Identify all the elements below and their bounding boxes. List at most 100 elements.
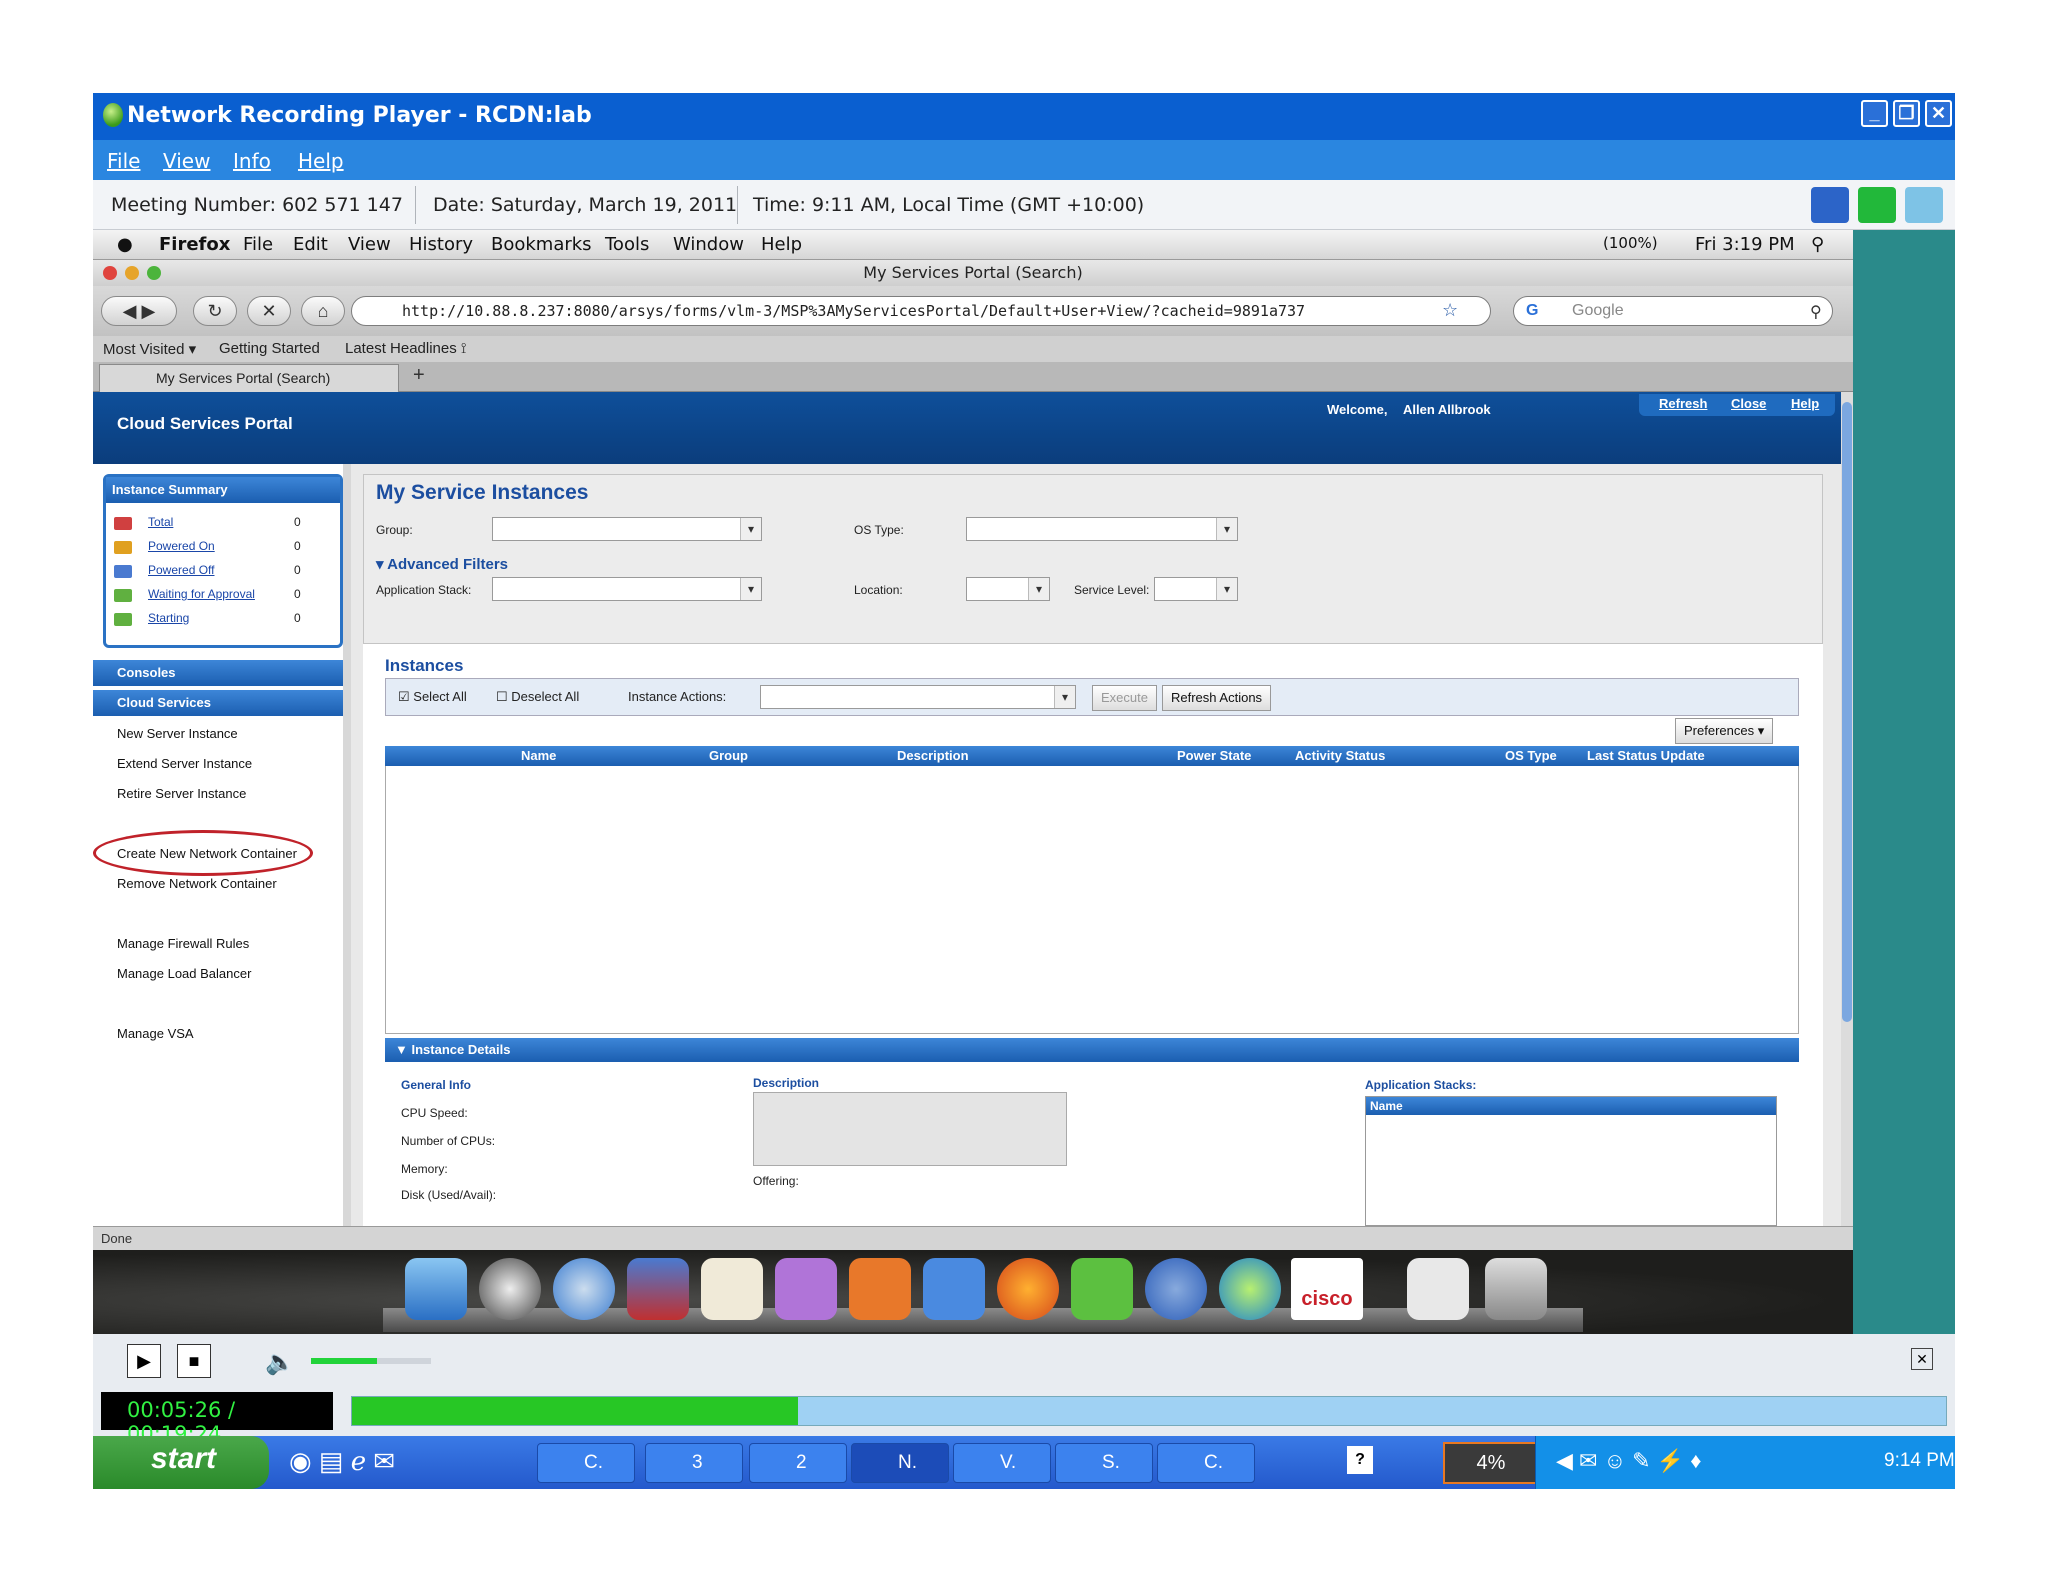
participants-icon[interactable] <box>1858 187 1896 223</box>
menu-file[interactable]: File <box>107 149 140 173</box>
execute-button[interactable]: Execute <box>1092 685 1157 711</box>
summary-label[interactable]: Waiting for Approval <box>148 587 255 601</box>
close-link[interactable]: Close <box>1731 396 1766 411</box>
location-select[interactable] <box>966 577 1050 601</box>
col-power-state[interactable]: Power State <box>1177 748 1251 763</box>
help-icon[interactable]: ? <box>1347 1446 1373 1474</box>
word-icon[interactable] <box>923 1258 985 1320</box>
instances-table-body[interactable] <box>385 766 1799 1034</box>
url-bar[interactable]: http://10.88.8.237:8080/arsys/forms/vlm-… <box>351 296 1491 326</box>
nav-retire-server-instance[interactable]: Retire Server Instance <box>117 786 246 801</box>
mac-menu-edit[interactable]: Edit <box>293 234 328 255</box>
instance-details-header[interactable]: ▼ Instance Details <box>385 1038 1799 1062</box>
nav-manage-firewall-rules[interactable]: Manage Firewall Rules <box>117 936 249 951</box>
spotlight-icon[interactable]: ⚲ <box>1811 234 1824 255</box>
google-icon[interactable]: G <box>1526 302 1538 320</box>
mac-menu-bookmarks[interactable]: Bookmarks <box>491 234 592 255</box>
stop-button[interactable]: ■ <box>177 1344 211 1378</box>
instance-actions-select[interactable] <box>760 685 1076 709</box>
textedit-icon[interactable] <box>701 1258 763 1320</box>
summary-row-powered-off[interactable]: Powered Off 0 <box>114 561 334 583</box>
nav-extend-server-instance[interactable]: Extend Server Instance <box>117 756 252 771</box>
mac-menu-window[interactable]: Window <box>673 234 744 255</box>
search-input[interactable]: G Google ⚲ <box>1513 296 1833 326</box>
nav-manage-vsa[interactable]: Manage VSA <box>117 1026 194 1041</box>
dashboard-icon[interactable] <box>479 1258 541 1320</box>
menu-help[interactable]: Help <box>298 149 344 173</box>
webex-icon[interactable] <box>1219 1258 1281 1320</box>
deselect-all-button[interactable]: ☐ Deselect All <box>496 689 579 705</box>
advanced-filters-toggle[interactable]: ▾ Advanced Filters <box>376 555 508 573</box>
mac-menu-help[interactable]: Help <box>761 234 802 255</box>
mac-menu-tools[interactable]: Tools <box>605 234 649 255</box>
reload-icon[interactable]: ↻ <box>193 296 237 326</box>
video-icon[interactable] <box>1811 187 1849 223</box>
back-forward-icon[interactable]: ◀ ▶ <box>101 296 177 326</box>
nav-create-network-container[interactable]: Create New Network Container <box>117 846 297 861</box>
quick-launch-icons[interactable]: ◉ ▤ ℯ ✉ <box>289 1446 395 1477</box>
close-player-icon[interactable]: ✕ <box>1911 1348 1933 1370</box>
nav-remove-network-container[interactable]: Remove Network Container <box>117 876 277 891</box>
apple-icon[interactable]: ● <box>117 234 133 255</box>
col-os-type[interactable]: OS Type <box>1505 748 1557 763</box>
summary-row-total[interactable]: Total 0 <box>114 513 334 535</box>
task-item-1[interactable]: C. <box>537 1443 635 1483</box>
task-item-6[interactable]: S. <box>1055 1443 1153 1483</box>
summary-row-waiting[interactable]: Waiting for Approval 0 <box>114 585 334 607</box>
col-group[interactable]: Group <box>709 748 748 763</box>
bookmark-most-visited[interactable]: Most Visited ▾ <box>103 340 196 358</box>
portal-scrollbar[interactable] <box>1841 392 1853 1226</box>
refresh-link[interactable]: Refresh <box>1659 396 1707 411</box>
minimize-button[interactable]: _ <box>1861 100 1888 127</box>
select-all-button[interactable]: ☑ Select All <box>398 689 467 705</box>
application-stack-select[interactable] <box>492 577 762 601</box>
os-type-select[interactable] <box>966 517 1238 541</box>
summary-label[interactable]: Starting <box>148 611 189 625</box>
task-item-5[interactable]: V. <box>953 1443 1051 1483</box>
col-name[interactable]: Name <box>521 748 556 763</box>
tray-icons[interactable]: ◀ ✉ ☺ ✎ ⚡ ♦ <box>1556 1448 1701 1474</box>
preview-window-icon[interactable] <box>1407 1258 1469 1320</box>
volume-icon[interactable]: 🔈 <box>265 1348 295 1377</box>
bookmark-getting-started[interactable]: Getting Started <box>219 340 320 357</box>
summary-row-starting[interactable]: Starting 0 <box>114 609 334 631</box>
menu-info[interactable]: Info <box>233 149 271 173</box>
bookmark-latest-headlines[interactable]: Latest Headlines ⟟ <box>345 340 467 357</box>
tab-my-services-portal[interactable]: My Services Portal (Search) <box>99 364 399 392</box>
summary-label[interactable]: Total <box>148 515 173 529</box>
col-description[interactable]: Description <box>897 748 969 763</box>
mac-menu-history[interactable]: History <box>409 234 473 255</box>
notes-icon[interactable] <box>1905 187 1943 223</box>
search-icon[interactable]: ⚲ <box>1810 302 1822 322</box>
itunes-icon[interactable] <box>1145 1258 1207 1320</box>
task-item-2[interactable]: 3 <box>645 1443 743 1483</box>
firefox-icon[interactable] <box>997 1258 1059 1320</box>
col-activity-status[interactable]: Activity Status <box>1295 748 1385 763</box>
section-cloud-services[interactable]: Cloud Services <box>93 690 343 716</box>
play-button[interactable]: ▶ <box>127 1344 161 1378</box>
task-item-4[interactable]: N. <box>851 1443 949 1483</box>
menu-view[interactable]: View <box>163 149 210 173</box>
mac-menu-file[interactable]: File <box>243 234 273 255</box>
service-level-select[interactable] <box>1154 577 1238 601</box>
cisco-icon[interactable]: cisco <box>1291 1258 1363 1320</box>
powerpoint-icon[interactable] <box>849 1258 911 1320</box>
entourage-icon[interactable] <box>775 1258 837 1320</box>
playback-progress-bar[interactable] <box>351 1396 1947 1426</box>
col-last-status-update[interactable]: Last Status Update <box>1587 748 1705 763</box>
start-button[interactable]: start <box>93 1436 269 1489</box>
group-select[interactable] <box>492 517 762 541</box>
summary-label[interactable]: Powered On <box>148 539 215 553</box>
excel-icon[interactable] <box>1071 1258 1133 1320</box>
mac-menu-view[interactable]: View <box>348 234 391 255</box>
home-icon[interactable]: ⌂ <box>301 296 345 326</box>
restore-button[interactable]: ❐ <box>1893 100 1920 127</box>
remote-desktop-icon[interactable] <box>627 1258 689 1320</box>
new-tab-button[interactable]: + <box>413 364 425 387</box>
summary-row-powered-on[interactable]: Powered On 0 <box>114 537 334 559</box>
stop-icon[interactable]: ✕ <box>247 296 291 326</box>
preferences-button[interactable]: Preferences ▾ <box>1675 718 1774 744</box>
nav-manage-load-balancer[interactable]: Manage Load Balancer <box>117 966 251 981</box>
refresh-actions-button[interactable]: Refresh Actions <box>1162 685 1272 711</box>
summary-label[interactable]: Powered Off <box>148 563 214 577</box>
